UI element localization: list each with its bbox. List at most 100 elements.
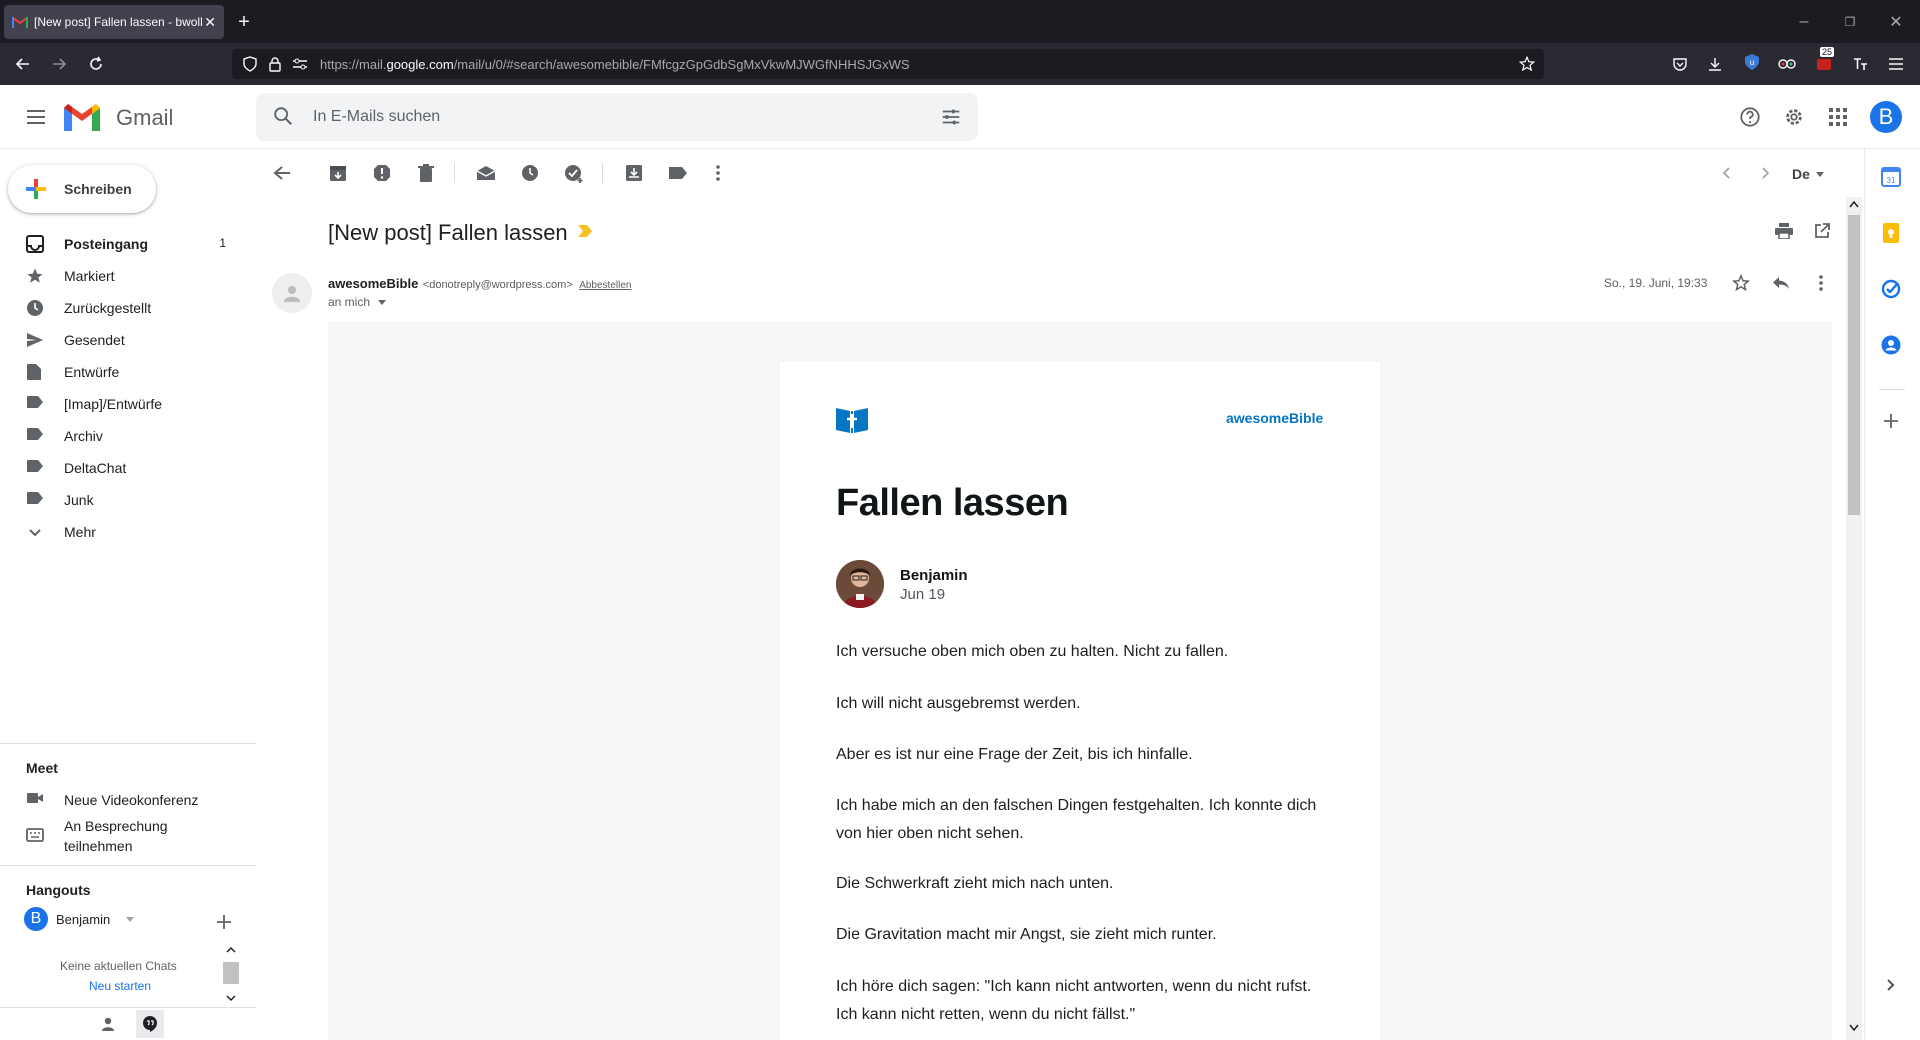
downloads-icon[interactable] [1705, 54, 1725, 74]
sidebar-item-more[interactable]: Mehr [0, 516, 240, 548]
app-menu-icon[interactable] [1886, 54, 1906, 74]
contacts-icon[interactable] [1879, 333, 1903, 357]
scroll-thumb[interactable] [1848, 215, 1860, 515]
hangouts-user[interactable]: B Benjamin [24, 907, 164, 933]
main-scrollbar[interactable] [1846, 197, 1862, 1040]
start-new-chat-link[interactable]: Neu starten [89, 979, 151, 993]
settings-gear-icon[interactable] [1782, 105, 1806, 129]
sender-line: awesomeBible <donotreply@wordpress.com> … [328, 275, 631, 293]
move-to-icon[interactable] [622, 161, 646, 185]
meet-new-meeting[interactable]: Neue Videokonferenz [0, 784, 240, 816]
shield-icon[interactable] [242, 56, 258, 72]
archive-icon[interactable] [326, 161, 350, 185]
extension-mask-icon[interactable] [1777, 54, 1797, 74]
gmail-wordmark[interactable]: Gmail [116, 105, 173, 131]
sidebar-item-starred[interactable]: Markiert [0, 260, 240, 292]
sidebar-item-junk[interactable]: Junk [0, 484, 240, 516]
message-date: So., 19. Juni, 19:33 [1604, 276, 1708, 290]
post-title[interactable]: Fallen lassen [836, 482, 1069, 525]
sidebar-item-drafts[interactable]: Entwürfe [0, 356, 240, 388]
sidebar-item-deltachat[interactable]: DeltaChat [0, 452, 240, 484]
scroll-down-icon[interactable] [226, 994, 236, 1002]
recipient-line[interactable]: an mich [328, 295, 387, 309]
bookmark-star-icon[interactable] [1518, 55, 1536, 73]
url-text[interactable]: https://mail.google.com/mail/u/0/#search… [320, 57, 910, 72]
author-name[interactable]: Benjamin [900, 567, 968, 584]
calendar-icon[interactable]: 31 [1879, 165, 1903, 189]
hangouts-tab-icon[interactable] [136, 1010, 164, 1038]
minimize-icon[interactable]: – [1794, 12, 1814, 32]
lock-icon[interactable] [268, 56, 282, 72]
extension-shield-icon[interactable]: u [1742, 52, 1762, 72]
gmail-logo-icon[interactable] [64, 104, 100, 131]
extension-badge-icon[interactable]: 25 [1814, 47, 1835, 72]
pocket-icon[interactable] [1670, 54, 1690, 74]
add-chat-icon[interactable] [214, 912, 234, 932]
search-icon[interactable] [272, 105, 294, 127]
compose-button[interactable]: Schreiben [8, 165, 156, 213]
meet-join-meeting[interactable]: An Besprechung teilnehmen [0, 816, 240, 858]
newer-chevron-icon[interactable] [1714, 161, 1738, 185]
sidebar-item-sent[interactable]: Gesendet [0, 324, 240, 356]
delete-icon[interactable] [414, 161, 438, 185]
window-close-icon[interactable]: ✕ [1886, 12, 1906, 32]
important-marker-icon[interactable] [578, 225, 592, 237]
main-menu-icon[interactable] [24, 105, 48, 129]
keep-icon[interactable] [1879, 221, 1903, 245]
language-selector[interactable]: De [1792, 164, 1824, 184]
sidebar-item-inbox[interactable]: Posteingang 1 [0, 228, 240, 260]
tab-title: [New post] Fallen lassen - bwoll [34, 15, 203, 29]
search-options-icon[interactable] [940, 106, 962, 128]
reply-icon[interactable] [1770, 272, 1792, 294]
unsubscribe-link[interactable]: Abbestellen [579, 280, 631, 291]
sidebar-item-archive[interactable]: Archiv [0, 420, 240, 452]
scroll-thumb[interactable] [223, 962, 239, 984]
bible-logo-icon[interactable] [836, 406, 868, 434]
author-avatar[interactable] [836, 560, 884, 608]
forward-icon[interactable] [49, 54, 69, 74]
add-to-tasks-icon[interactable] [562, 161, 586, 185]
labels-icon[interactable] [666, 161, 690, 185]
apps-grid-icon[interactable] [1826, 105, 1850, 129]
star-message-icon[interactable] [1730, 272, 1752, 294]
extension-translate-icon[interactable] [1850, 54, 1870, 74]
back-to-list-icon[interactable] [270, 161, 294, 185]
browser-tab[interactable]: [New post] Fallen lassen - bwoll ✕ [4, 5, 224, 39]
sidebar-item-imap-drafts[interactable]: [Imap]/Entwürfe [0, 388, 240, 420]
scroll-down-icon[interactable] [1849, 1024, 1859, 1031]
search-input[interactable]: In E-Mails suchen [313, 108, 440, 126]
scroll-up-icon[interactable] [226, 946, 236, 954]
older-chevron-icon[interactable] [1754, 161, 1778, 185]
contacts-person-icon[interactable] [98, 1014, 118, 1034]
back-icon[interactable] [13, 54, 33, 74]
more-options-icon[interactable] [706, 161, 730, 185]
new-tab-icon[interactable]: + [234, 11, 254, 33]
account-avatar[interactable]: B [1870, 101, 1902, 133]
sidebar-item-snoozed[interactable]: Zurückgestellt [0, 292, 240, 324]
site-name-link[interactable]: awesomeBible [1226, 410, 1323, 426]
snooze-clock-icon[interactable] [518, 161, 542, 185]
open-new-window-icon[interactable] [1812, 221, 1832, 241]
show-side-panel-chevron-icon[interactable] [1883, 977, 1899, 993]
mark-unread-icon[interactable] [474, 161, 498, 185]
search-bar[interactable]: In E-Mails suchen [256, 93, 978, 141]
reload-icon[interactable] [86, 54, 106, 74]
post-paragraph: Ich will nicht ausgebremst werden. [836, 695, 1081, 712]
scroll-up-icon[interactable] [1849, 201, 1859, 208]
tasks-icon[interactable] [1879, 277, 1903, 301]
get-addons-plus-icon[interactable] [1881, 411, 1901, 431]
print-icon[interactable] [1774, 221, 1794, 241]
tab-close-icon[interactable]: ✕ [204, 14, 216, 31]
unread-count: 1 [219, 236, 226, 250]
report-spam-icon[interactable] [370, 161, 394, 185]
help-icon[interactable] [1738, 105, 1762, 129]
sender-name[interactable]: awesomeBible [328, 276, 418, 291]
chat-list-scrollbar[interactable] [223, 944, 239, 1004]
sender-avatar[interactable] [272, 273, 312, 313]
permissions-icon[interactable] [292, 57, 308, 71]
browser-tab-bar: [New post] Fallen lassen - bwoll ✕ + – ❐… [0, 0, 1920, 43]
message-more-icon[interactable] [1810, 272, 1832, 294]
video-camera-icon [26, 791, 44, 809]
restore-icon[interactable]: ❐ [1840, 12, 1860, 32]
url-bar[interactable]: https://mail.google.com/mail/u/0/#search… [232, 49, 1544, 79]
